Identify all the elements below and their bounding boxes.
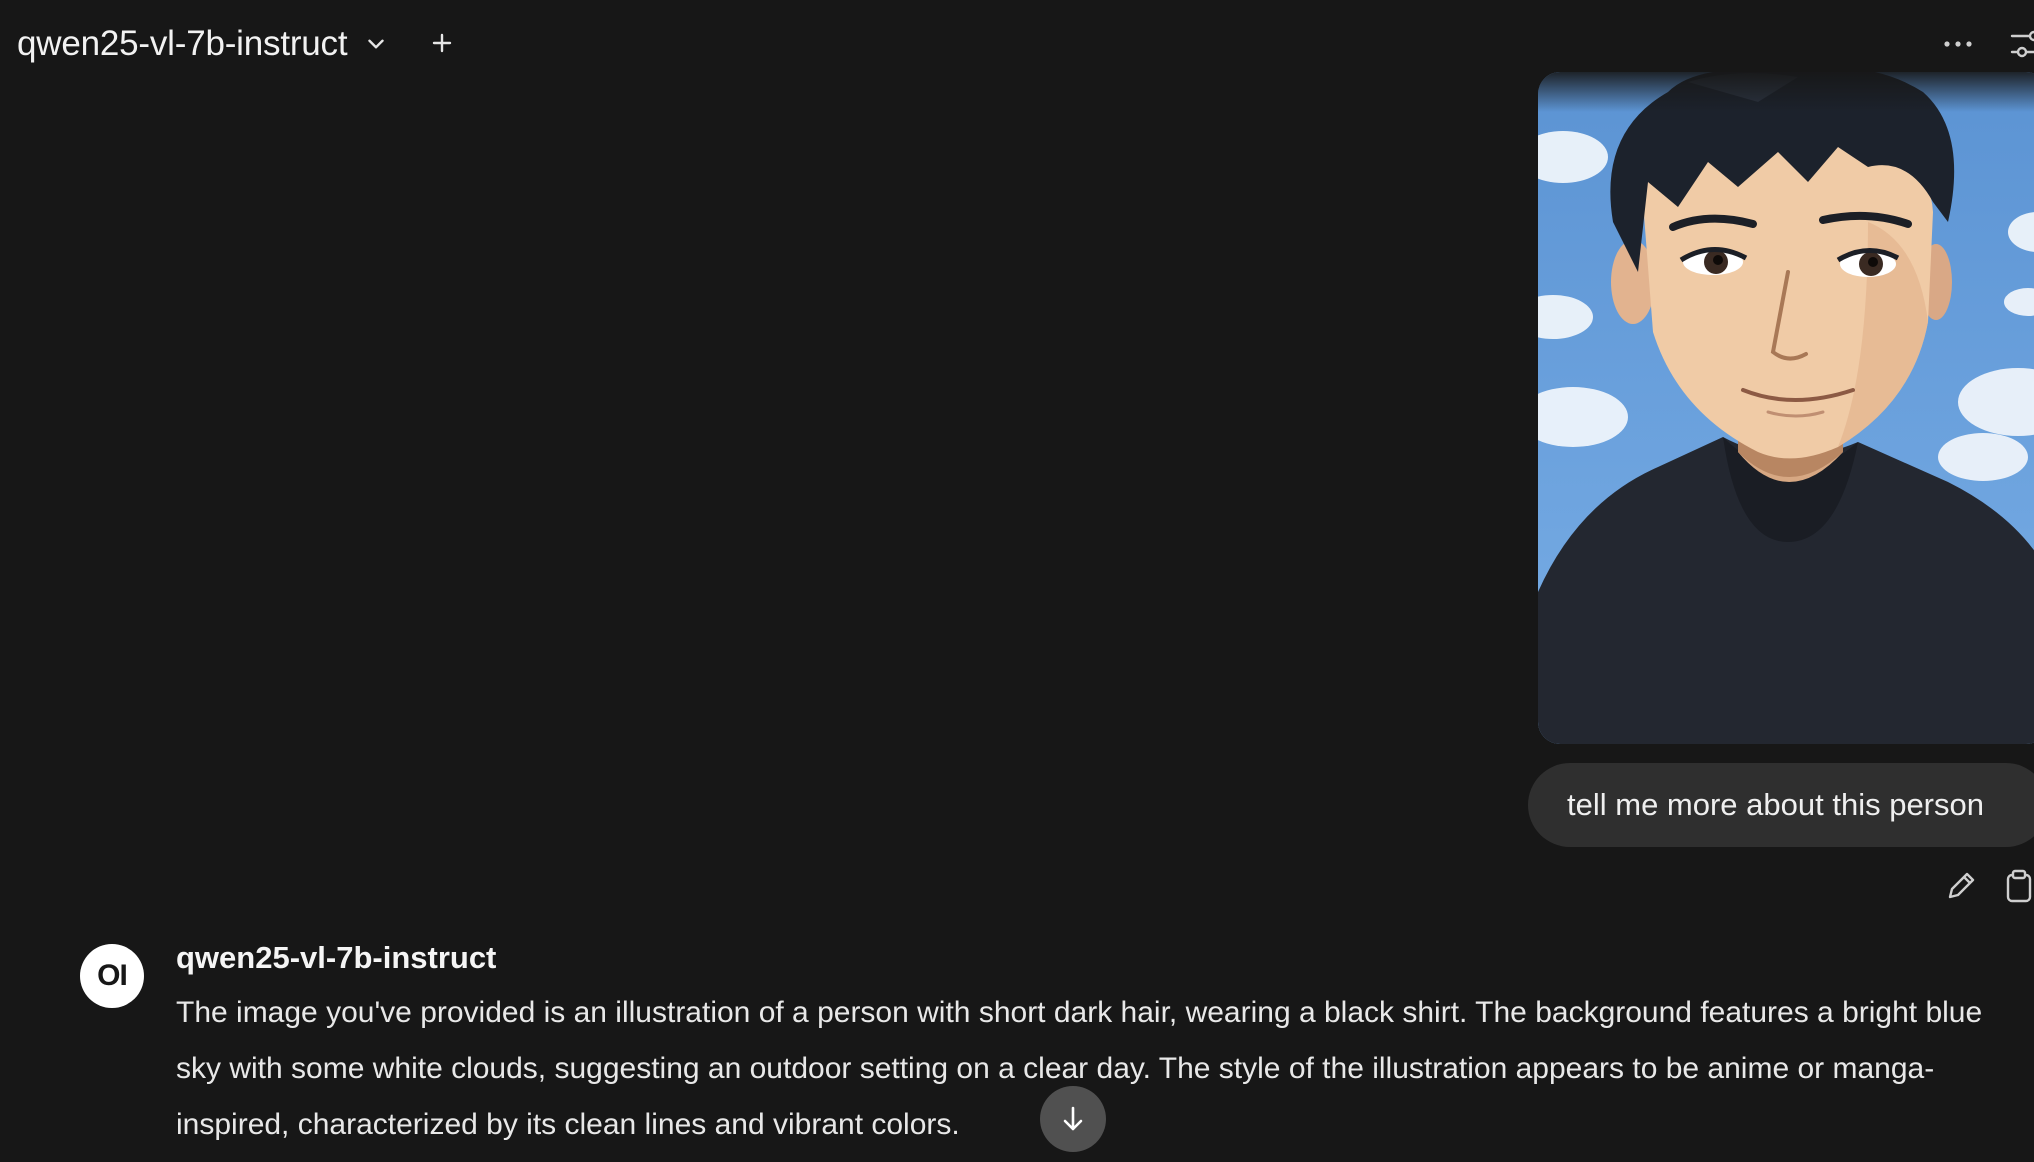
user-image-attachment[interactable] [1538, 72, 2034, 744]
user-message-bubble: tell me more about this person [1528, 763, 2034, 847]
model-selector[interactable]: qwen25-vl-7b-instruct [17, 20, 389, 68]
chevron-down-icon [368, 39, 385, 49]
assistant-avatar: OI [80, 944, 144, 1008]
plus-icon [432, 33, 452, 53]
user-message-text: tell me more about this person [1567, 787, 1984, 822]
controls-button[interactable] [2008, 24, 2034, 64]
portrait-illustration [1538, 72, 2034, 744]
assistant-model-name: qwen25-vl-7b-instruct [176, 940, 497, 975]
copy-message-button[interactable] [2002, 866, 2034, 906]
model-name: qwen25-vl-7b-instruct [17, 24, 348, 63]
edit-message-button[interactable] [1944, 866, 1984, 906]
chat-page: qwen25-vl-7b-instruct tell me more about… [0, 0, 2034, 1162]
more-options-button[interactable] [1940, 28, 1976, 60]
new-chat-button[interactable] [428, 26, 456, 60]
arrow-down-icon [1063, 1106, 1083, 1131]
pencil-icon [1948, 872, 1975, 899]
ellipsis-icon [1944, 41, 1972, 47]
sliders-icon [2010, 30, 2034, 58]
clipboard-icon [2006, 869, 2032, 903]
scroll-to-bottom-button[interactable] [1040, 1086, 1106, 1152]
avatar-logo-text: OI [97, 959, 128, 992]
